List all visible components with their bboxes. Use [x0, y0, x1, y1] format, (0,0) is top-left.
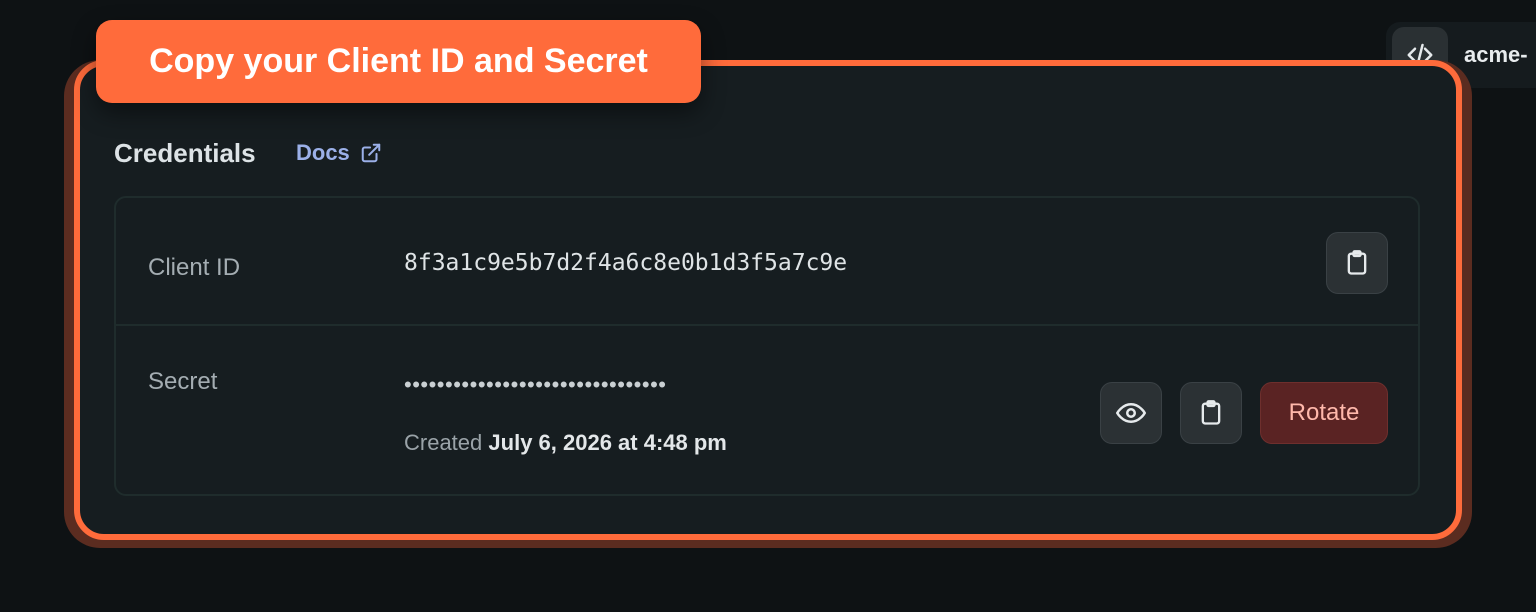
copy-client-id-button[interactable]	[1326, 232, 1388, 294]
row-divider	[116, 324, 1418, 326]
copy-secret-button[interactable]	[1180, 382, 1242, 444]
tooltip-text: Copy your Client ID and Secret	[149, 42, 648, 80]
clipboard-icon	[1347, 250, 1367, 275]
secret-created: Created July 6, 2026 at 4:48 pm	[404, 430, 727, 456]
rotate-label: Rotate	[1288, 399, 1360, 426]
secret-masked-value: ••••••••••••••••••••••••••••••••	[404, 372, 667, 397]
onboarding-tooltip: Copy your Client ID and Secret	[96, 20, 701, 103]
docs-label: Docs	[296, 140, 350, 165]
credentials-card: Credentials Docs Client ID 8f3a1c9e5b7d2…	[74, 60, 1462, 540]
client-id-label: Client ID	[148, 254, 241, 281]
card-title: Credentials	[114, 138, 256, 168]
client-id-value[interactable]: 8f3a1c9e5b7d2f4a6c8e0b1d3f5a7c9e	[404, 250, 847, 276]
docs-link[interactable]: Docs	[296, 140, 382, 166]
rotate-secret-button[interactable]: Rotate	[1260, 382, 1388, 444]
secret-label: Secret	[148, 368, 218, 395]
reveal-secret-button[interactable]	[1100, 382, 1162, 444]
created-prefix: Created	[404, 430, 483, 455]
clipboard-icon	[1201, 400, 1221, 425]
credentials-table: Client ID 8f3a1c9e5b7d2f4a6c8e0b1d3f5a7c…	[114, 196, 1420, 496]
created-date: July 6, 2026 at 4:48 pm	[488, 430, 727, 455]
eye-icon	[1116, 403, 1146, 423]
project-name: acme-	[1464, 42, 1528, 67]
external-link-icon	[361, 143, 381, 163]
